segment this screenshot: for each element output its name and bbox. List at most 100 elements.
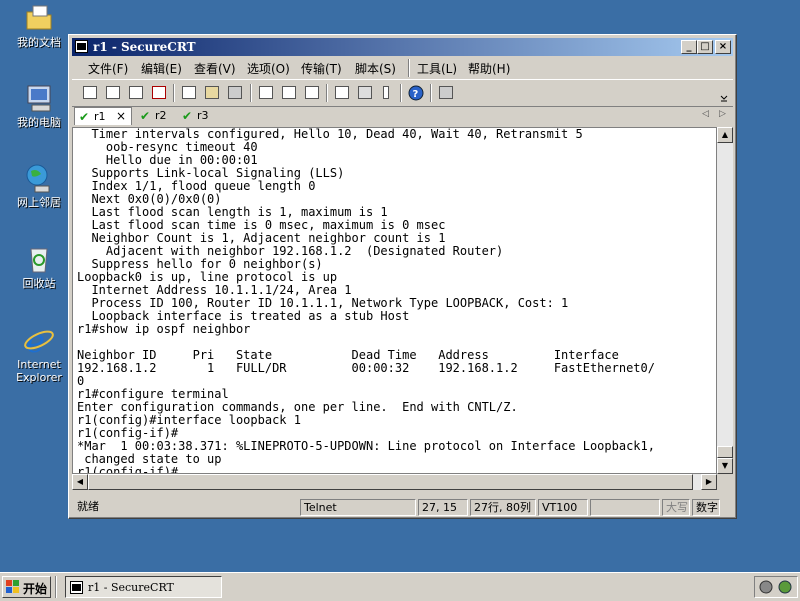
toolbar-overflow-chevron-icon[interactable] [718,83,730,103]
connected-check-icon: ✔ [140,109,151,123]
terminal-output[interactable]: Timer intervals configured, Hello 10, De… [72,127,717,474]
connect-icon[interactable] [80,83,100,103]
find-icon[interactable] [225,83,245,103]
tab-close-icon[interactable]: × [116,109,126,123]
scroll-up-icon[interactable]: ▲ [717,127,733,143]
desktop-icon-label: 我的电脑 [17,116,61,129]
status-cursor-position: 27, 15 [418,499,468,516]
toolbar: ? [72,79,733,107]
securecrt-app-icon [75,40,88,53]
tab-r2[interactable]: ✔ r2 [136,107,174,125]
print-setup-icon[interactable] [279,83,299,103]
connected-check-icon: ✔ [79,110,90,124]
menu-edit[interactable]: 编辑(E) [141,60,182,77]
windows-logo-icon [6,580,20,597]
vertical-scroll-thumb[interactable] [717,446,733,458]
tab-label: r2 [155,109,167,122]
terminal-line: 192.168.1.2 1 FULL/DR 00:00:32 192.168.1… [77,361,655,375]
status-ready: 就绪 [77,500,99,513]
status-caps-lock: 大写 [662,499,690,516]
session-options-icon[interactable] [332,83,352,103]
connected-check-icon: ✔ [182,109,193,123]
status-bar: 就绪 Telnet 27, 15 27行, 80列 VT100 大写 数字 [72,497,733,517]
tab-label: r3 [197,109,209,122]
minimize-button[interactable]: _ [681,40,697,54]
taskbar: 开始 r1 - SecureCRT [0,572,800,601]
global-options-icon[interactable] [355,83,375,103]
tray-network-icon[interactable] [759,580,773,597]
toolbar-separator [326,84,328,102]
desktop-icon-network-places[interactable]: 网上邻居 [8,162,70,209]
desktop-icon-label: Internet Explorer [16,358,62,384]
tab-scroll-right-icon[interactable]: ▷ [719,109,726,119]
menu-tools[interactable]: 工具(L) [417,60,457,77]
close-button[interactable]: × [715,40,731,54]
status-emulation: VT100 [538,499,588,516]
scroll-down-icon[interactable]: ▼ [717,458,733,474]
menu-file[interactable]: 文件(F) [88,60,128,77]
menu-view[interactable]: 查看(V) [194,60,236,77]
toolbar-separator [400,84,402,102]
scroll-right-icon[interactable]: ▶ [701,474,717,490]
system-tray [754,576,798,598]
securecrt-window: r1 - SecureCRT _ □ × 文件(F) 编辑(E) 查看(V) 选… [68,34,737,519]
toolbar-separator [250,84,252,102]
recycle-bin-icon [23,243,55,275]
tab-label: r1 [94,110,106,123]
sftp-icon[interactable] [436,83,456,103]
help-icon[interactable]: ? [406,83,426,103]
desktop-icon-label: 回收站 [22,277,56,290]
securecrt-app-icon [70,581,83,597]
network-places-icon [23,162,55,194]
scroll-corner [717,474,733,490]
terminal-line: r1(config-if)# [77,465,179,474]
print-icon[interactable] [256,83,276,103]
print-selection-icon[interactable] [302,83,322,103]
taskbar-securecrt-button[interactable]: r1 - SecureCRT [65,576,222,598]
session-tab-bar: ✔ r1 × ✔ r2 ✔ r3 ◁ ▷ [72,106,733,126]
copy-icon[interactable] [179,83,199,103]
tray-security-icon[interactable] [778,580,792,597]
toolbar-separator [430,84,432,102]
horizontal-scrollbar[interactable]: ◀ ▶ [72,474,717,490]
quick-connect-icon[interactable] [103,83,123,103]
paste-icon[interactable] [202,83,222,103]
desktop-icon-label: 网上邻居 [17,196,61,209]
desktop-icon-internet-explorer[interactable]: e Internet Explorer [8,322,70,384]
menu-options[interactable]: 选项(O) [247,60,290,77]
desktop-icon-label: 我的文档 [17,36,61,49]
disconnect-icon[interactable] [149,83,169,103]
menu-bar: 文件(F) 编辑(E) 查看(V) 选项(O) 传输(T) 脚本(S) 工具(L… [72,58,733,78]
terminal-lines: Timer intervals configured, Hello 10, De… [77,128,655,474]
desktop-icon-my-computer[interactable]: 我的电脑 [8,82,70,129]
svg-text:?: ? [413,89,419,100]
internet-explorer-icon: e [23,322,55,360]
terminal-line: r1#show ip ospf neighbor [77,322,251,336]
maximize-button[interactable]: □ [697,40,713,54]
keymap-icon[interactable] [376,83,396,103]
taskbar-separator [55,576,57,598]
my-computer-icon [23,82,55,114]
connect-tab-icon[interactable] [126,83,146,103]
menu-transfer[interactable]: 传输(T) [301,60,342,77]
toolbar-separator [173,84,175,102]
menu-script[interactable]: 脚本(S) [355,60,396,77]
desktop-icon-my-documents[interactable]: 我的文档 [8,2,70,49]
tab-r3[interactable]: ✔ r3 [178,107,216,125]
menu-help[interactable]: 帮助(H) [468,60,510,77]
taskbar-task-label: r1 - SecureCRT [88,581,174,594]
my-documents-icon [23,2,55,34]
title-bar[interactable]: r1 - SecureCRT _ □ × [72,38,733,56]
status-protocol: Telnet [300,499,416,516]
tab-scroll-left-icon[interactable]: ◁ [702,109,709,119]
window-title: r1 - SecureCRT [93,40,196,54]
status-terminal-size: 27行, 80列 [470,499,536,516]
status-blank [590,499,660,516]
tab-r1[interactable]: ✔ r1 × [74,107,132,125]
desktop-icon-recycle-bin[interactable]: 回收站 [8,243,70,290]
status-num-lock: 数字 [692,499,720,516]
start-button[interactable]: 开始 [2,576,51,598]
vertical-scrollbar[interactable]: ▲ ▼ [717,127,733,474]
horizontal-scroll-thumb[interactable] [88,474,693,490]
scroll-left-icon[interactable]: ◀ [72,474,88,490]
